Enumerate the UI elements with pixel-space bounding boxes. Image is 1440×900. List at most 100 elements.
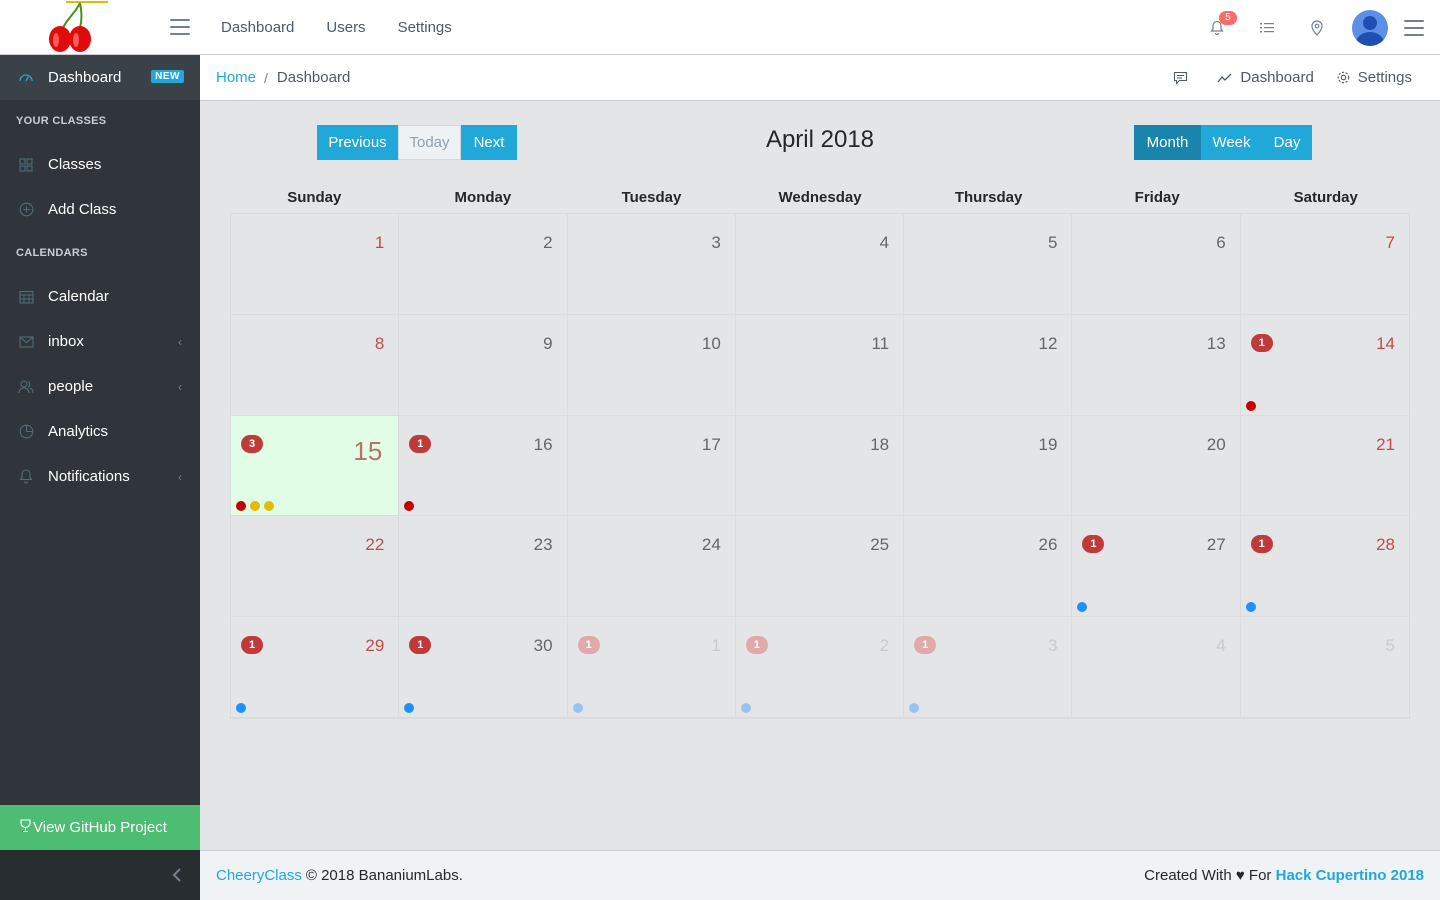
week-view-button[interactable]: Week bbox=[1201, 125, 1262, 160]
calendar-day-cell[interactable]: 27 1 bbox=[1072, 516, 1241, 618]
calendar-day-cell[interactable]: 16 1 bbox=[399, 415, 568, 517]
weekday-sunday: Sunday bbox=[287, 189, 342, 206]
event-count-badge[interactable]: 1 bbox=[577, 636, 600, 655]
day-number: 10 bbox=[701, 333, 721, 353]
calendar-day-cell[interactable]: 18 bbox=[735, 415, 905, 517]
sidebar-item-label: Analytics bbox=[48, 423, 109, 440]
calendar-day-cell[interactable]: 11 bbox=[735, 314, 905, 416]
calendar-day-cell[interactable]: 10 bbox=[567, 314, 736, 416]
calendar-day-cell[interactable]: 4 bbox=[1072, 617, 1241, 718]
calendar-day-cell[interactable]: 22 bbox=[231, 516, 400, 618]
header-nav-users[interactable]: Users bbox=[310, 19, 381, 36]
calendar-day-cell[interactable]: 7 bbox=[1240, 214, 1409, 315]
event-dot[interactable] bbox=[740, 703, 751, 713]
day-view-button[interactable]: Day bbox=[1262, 125, 1312, 160]
month-view-button[interactable]: Month bbox=[1134, 125, 1201, 160]
notifications-bell-icon[interactable]: 5 bbox=[1192, 10, 1242, 36]
sidebar-item-people[interactable]: people ‹ bbox=[0, 364, 200, 409]
sidebar-minimizer[interactable] bbox=[0, 850, 200, 900]
day-number: 26 bbox=[1038, 535, 1058, 555]
sidebar-item-analytics[interactable]: Analytics bbox=[0, 409, 200, 454]
view-github-project-button[interactable]: View GitHub Project bbox=[0, 805, 200, 850]
event-dot[interactable] bbox=[1245, 400, 1256, 411]
event-dot[interactable] bbox=[909, 703, 920, 713]
breadcrumb-dashboard-link[interactable]: Dashboard bbox=[1217, 69, 1314, 86]
sidebar-item-inbox[interactable]: inbox ‹ bbox=[0, 319, 200, 364]
calendar-day-cell[interactable]: 21 bbox=[735, 617, 905, 718]
event-dot[interactable] bbox=[1077, 602, 1088, 613]
event-count-badge[interactable]: 1 bbox=[241, 636, 263, 655]
event-dot[interactable] bbox=[404, 501, 415, 512]
header-nav: Dashboard Users Settings bbox=[205, 0, 468, 55]
calendar-day-cell[interactable]: 1 bbox=[231, 214, 400, 315]
location-pin-icon[interactable] bbox=[1292, 19, 1342, 36]
breadcrumb-settings-label: Settings bbox=[1357, 69, 1412, 86]
calendar-day-cell[interactable]: 19 bbox=[904, 415, 1073, 517]
event-dot[interactable] bbox=[250, 501, 260, 512]
header-nav-dashboard[interactable]: Dashboard bbox=[205, 19, 310, 36]
day-number: 21 bbox=[1376, 434, 1395, 454]
footer-hack-link[interactable]: Hack Cupertino 2018 bbox=[1276, 867, 1424, 884]
calendar-day-cell[interactable]: 26 bbox=[904, 516, 1073, 618]
calendar-day-cell[interactable]: 8 bbox=[231, 314, 400, 416]
calendar-day-cell[interactable]: 29 1 bbox=[231, 617, 400, 718]
event-count-badge[interactable]: 3 bbox=[241, 434, 263, 453]
calendar-day-cell-today[interactable]: 15 3 bbox=[231, 415, 400, 517]
people-icon bbox=[18, 379, 34, 395]
event-count-badge[interactable]: 1 bbox=[914, 636, 937, 655]
calendar-day-cell[interactable]: 28 1 bbox=[1240, 516, 1409, 618]
calendar-day-cell[interactable]: 12 bbox=[904, 314, 1073, 416]
list-icon[interactable] bbox=[1242, 21, 1292, 35]
calendar-day-cell[interactable]: 24 bbox=[567, 516, 736, 618]
calendar-day-cell[interactable]: 13 bbox=[1072, 314, 1241, 416]
sidebar-item-calendar[interactable]: Calendar bbox=[0, 274, 200, 319]
calendar-day-cell[interactable]: 3 bbox=[567, 214, 736, 315]
sidebar-item-dashboard[interactable]: Dashboard NEW bbox=[0, 55, 200, 100]
footer-brand-link[interactable]: CheeryClass bbox=[216, 867, 302, 884]
breadcrumb-home-link[interactable]: Home bbox=[216, 69, 256, 86]
aside-menu-toggle-icon[interactable] bbox=[1404, 19, 1424, 36]
calendar-day-cell[interactable]: 5 bbox=[904, 214, 1073, 315]
calendar-day-cell[interactable]: 17 bbox=[567, 415, 736, 517]
calendar-day-cell[interactable]: 11 bbox=[567, 617, 736, 718]
speech-bubble-button[interactable] bbox=[1173, 71, 1195, 85]
header-nav-settings[interactable]: Settings bbox=[382, 19, 468, 36]
event-count-badge[interactable]: 1 bbox=[1250, 333, 1273, 352]
event-dot[interactable] bbox=[264, 501, 274, 512]
sidebar-item-notifications[interactable]: Notifications ‹ bbox=[0, 454, 200, 499]
app-header: Dashboard Users Settings 5 bbox=[0, 0, 1440, 55]
calendar-view-buttons: Month Week Day bbox=[1134, 125, 1312, 160]
event-dot[interactable] bbox=[1245, 602, 1256, 613]
sidebar-toggle-icon[interactable] bbox=[170, 19, 190, 35]
calendar-day-cell[interactable]: 20 bbox=[1072, 415, 1241, 517]
event-count-badge[interactable]: 1 bbox=[745, 636, 768, 655]
sidebar-item-add-class[interactable]: Add Class bbox=[0, 187, 200, 232]
calendar-day-cell[interactable]: 30 1 bbox=[399, 617, 568, 718]
calendar-day-cell[interactable]: 14 1 bbox=[1240, 314, 1409, 416]
event-dot[interactable] bbox=[572, 703, 583, 713]
event-count-badge[interactable]: 1 bbox=[409, 636, 432, 655]
event-count-badge[interactable]: 1 bbox=[409, 434, 432, 453]
event-count-badge[interactable]: 1 bbox=[1250, 535, 1273, 554]
event-dot[interactable] bbox=[236, 703, 246, 713]
calendar-day-cell[interactable]: 23 bbox=[399, 516, 568, 618]
day-number: 3 bbox=[1047, 636, 1058, 656]
sidebar-item-classes[interactable]: Classes bbox=[0, 142, 200, 187]
breadcrumb-settings-link[interactable]: Settings bbox=[1336, 69, 1412, 86]
calendar-day-cell[interactable]: 6 bbox=[1072, 214, 1241, 315]
event-dot[interactable] bbox=[236, 501, 246, 512]
calendar-day-cell[interactable]: 4 bbox=[735, 214, 905, 315]
event-dot[interactable] bbox=[404, 703, 415, 713]
calendar-day-cell[interactable]: 31 bbox=[904, 617, 1073, 718]
user-avatar[interactable] bbox=[1352, 9, 1388, 46]
plus-circle-icon bbox=[18, 202, 34, 218]
calendar-day-cell[interactable]: 25 bbox=[735, 516, 905, 618]
chevron-left-icon: ‹ bbox=[178, 380, 182, 394]
calendar-day-cell[interactable]: 9 bbox=[399, 314, 568, 416]
calendar-day-cell[interactable]: 21 bbox=[1240, 415, 1409, 517]
calendar-day-cell[interactable]: 5 bbox=[1240, 617, 1409, 718]
pie-chart-icon bbox=[18, 424, 34, 440]
calendar-day-cell[interactable]: 2 bbox=[399, 214, 568, 315]
weekday-friday: Friday bbox=[1134, 189, 1180, 206]
event-count-badge[interactable]: 1 bbox=[1082, 535, 1105, 554]
